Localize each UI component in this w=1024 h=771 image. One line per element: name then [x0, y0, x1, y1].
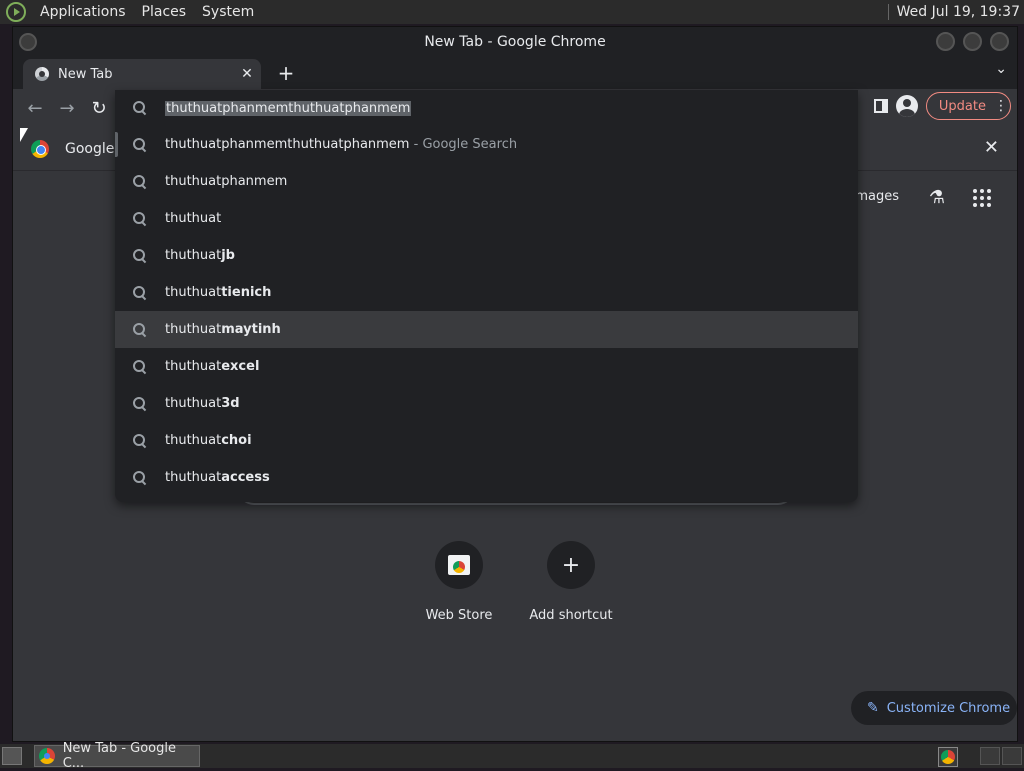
workspace-1[interactable] — [980, 747, 1000, 765]
window-titlebar[interactable]: New Tab - Google Chrome — [13, 27, 1017, 57]
suggestion-text: thuthuat — [165, 211, 222, 226]
suggestion-item[interactable]: thuthuataccess — [115, 459, 858, 496]
tab-strip: New Tab ✕ + ⌄ — [13, 57, 1017, 89]
chrome-logo-icon — [31, 139, 49, 158]
suggestion-item[interactable]: thuthuattienich — [115, 274, 858, 311]
search-icon — [133, 101, 147, 115]
plus-icon: + — [561, 552, 581, 578]
window-title: New Tab - Google Chrome — [424, 34, 606, 50]
suggestion-text: thuthuataccess — [165, 470, 270, 485]
minimize-button[interactable] — [936, 32, 955, 51]
search-icon — [133, 359, 147, 374]
menu-places[interactable]: Places — [134, 0, 195, 24]
menu-applications[interactable]: Applications — [32, 0, 134, 24]
shortcut-add[interactable]: + Add shortcut — [515, 541, 627, 623]
taskbar-item-label: New Tab - Google C... — [62, 741, 176, 771]
suggestion-item[interactable]: thuthuatjb — [115, 237, 858, 274]
suggestion-item[interactable]: thuthuatphanmemthuthuatphanmem - Google … — [115, 126, 858, 163]
window-menu-button[interactable] — [19, 33, 37, 51]
search-icon — [133, 285, 147, 300]
suggestion-text: thuthuattienich — [165, 285, 272, 300]
show-desktop-icon[interactable] — [2, 747, 22, 765]
shortcut-label: Add shortcut — [529, 608, 613, 623]
suggestion-item[interactable]: thuthuat — [115, 200, 858, 237]
tab-label: New Tab — [58, 66, 113, 82]
system-clock[interactable]: Wed Jul 19, 19:37 — [887, 4, 1024, 20]
forward-button[interactable]: → — [51, 92, 83, 124]
suggestion-text: thuthuatchoi — [165, 433, 252, 448]
window-controls — [936, 32, 1009, 51]
shortcut-label: Web Store — [425, 608, 493, 623]
google-apps-icon[interactable] — [973, 189, 991, 207]
update-label: Update — [938, 98, 986, 114]
suggestion-text: thuthuatphanmemthuthuatphanmem - Google … — [165, 137, 518, 152]
taskbar-item-chrome[interactable]: New Tab - Google C... — [34, 741, 200, 771]
suggestion-list: thuthuatphanmemthuthuatphanmem - Google … — [115, 126, 858, 496]
suggestion-text: thuthuatphanmem — [165, 174, 288, 189]
tab-close-icon[interactable]: ✕ — [237, 66, 257, 82]
clock-text: Wed Jul 19, 19:37 — [896, 4, 1020, 20]
customize-label: Customize Chrome — [886, 700, 1011, 716]
suggestion-item[interactable]: thuthuat3d — [115, 385, 858, 422]
customize-chrome-button[interactable]: ✎ Customize Chrome — [851, 691, 1017, 725]
tab-new-tab[interactable]: New Tab ✕ — [23, 59, 261, 89]
suggestion-item[interactable]: thuthuatmaytinh — [115, 311, 858, 348]
workspace-switcher[interactable] — [980, 747, 1022, 765]
suggestion-text: thuthuatexcel — [165, 359, 260, 374]
search-icon — [133, 322, 147, 337]
system-panel: Applications Places System Wed Jul 19, 1… — [0, 0, 1024, 24]
distro-logo-icon[interactable] — [6, 2, 26, 22]
suggestion-item[interactable]: thuthuatexcel — [115, 348, 858, 385]
more-menu-icon[interactable]: ⋮ — [994, 98, 1008, 114]
suggestion-text: thuthuatmaytinh — [165, 322, 281, 337]
maximize-button[interactable] — [963, 32, 982, 51]
pencil-icon: ✎ — [867, 700, 879, 716]
search-icon — [133, 248, 147, 263]
suggestion-text: thuthuat3d — [165, 396, 240, 411]
tab-search-chevron-icon[interactable]: ⌄ — [995, 61, 1007, 77]
new-tab-button[interactable]: + — [275, 61, 297, 85]
suggestion-item[interactable]: thuthuatchoi — [115, 422, 858, 459]
tray-chrome-icon[interactable] — [938, 747, 958, 767]
suggestion-text: thuthuatjb — [165, 248, 235, 263]
shortcut-tile: + — [547, 541, 595, 589]
shortcut-tile — [435, 541, 483, 589]
omnibox-input[interactable]: thuthuatphanmemthuthuatphanmem — [115, 90, 858, 126]
side-panel-icon[interactable] — [873, 99, 888, 113]
search-icon — [133, 211, 147, 226]
reload-button[interactable]: ↻ — [83, 92, 115, 124]
search-icon — [133, 470, 147, 485]
search-icon — [133, 396, 147, 411]
update-button[interactable]: Update ⋮ — [925, 92, 1011, 120]
labs-flask-icon[interactable]: ⚗ — [929, 187, 945, 208]
profile-avatar-icon[interactable] — [895, 95, 918, 117]
mouse-cursor-icon — [20, 128, 28, 142]
omnibox-input-text[interactable]: thuthuatphanmemthuthuatphanmem — [165, 100, 412, 116]
toolbar-right: Update ⋮ — [873, 92, 1011, 120]
close-window-button[interactable] — [990, 32, 1009, 51]
selection-indicator — [115, 132, 118, 157]
shortcut-web-store[interactable]: Web Store — [403, 541, 515, 623]
chrome-icon — [39, 748, 55, 764]
search-icon — [133, 433, 147, 448]
search-icon — [133, 174, 147, 189]
taskbar: New Tab - Google C... — [0, 741, 1024, 771]
webstore-icon — [448, 555, 470, 575]
search-icon — [133, 137, 147, 152]
panel-separator — [887, 4, 889, 20]
infobar-close-icon[interactable]: ✕ — [984, 137, 999, 158]
back-button[interactable]: ← — [19, 92, 51, 124]
workspace-2[interactable] — [1002, 747, 1022, 765]
menu-system[interactable]: System — [194, 0, 262, 24]
suggestion-item[interactable]: thuthuatphanmem — [115, 163, 858, 200]
omnibox-dropdown: thuthuatphanmemthuthuatphanmem thuthuatp… — [115, 90, 858, 502]
images-link[interactable]: Images — [852, 189, 900, 204]
chrome-favicon-icon — [35, 67, 49, 81]
